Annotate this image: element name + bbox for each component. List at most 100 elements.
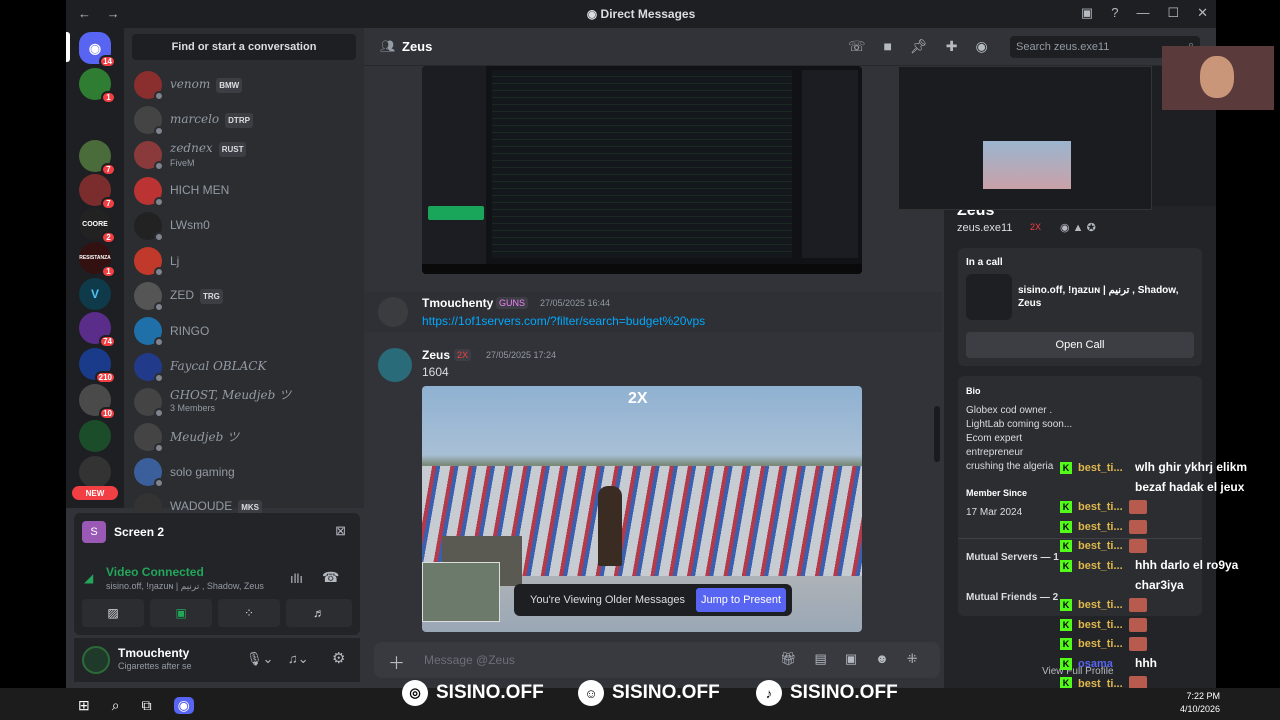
profile-username: zeus.exe11: [957, 222, 1013, 234]
server-icon[interactable]: [79, 456, 111, 488]
chat-header: 👥︎ Zeus ☏ ■ 📌︎ ✚ ◉ Search zeus.exe11 ⌕: [364, 28, 1216, 66]
message-input[interactable]: Message @Zeus: [424, 653, 515, 667]
dm-list: Find or start a conversation venom BMW mar…: [124, 28, 364, 524]
pin-icon[interactable]: 📌︎: [910, 38, 928, 55]
message-time: 27/05/2025 17:24: [486, 350, 557, 360]
soundboard-button[interactable]: ♬: [286, 599, 352, 627]
dm-item[interactable]: RINGO: [134, 314, 358, 348]
mutual-friends[interactable]: Mutual Friends — 2: [966, 592, 1058, 603]
server-icon[interactable]: 10: [79, 384, 116, 420]
video-icon[interactable]: ■: [884, 38, 892, 55]
social-handle: ♪ SISINO.OFF: [756, 680, 898, 706]
minimize-icon[interactable]: —: [1136, 5, 1149, 21]
profile-icon[interactable]: ◉: [976, 38, 988, 55]
chat-message: hhh: [1135, 656, 1157, 670]
server-icon[interactable]: 7: [79, 174, 116, 210]
mutual-servers[interactable]: Mutual Servers — 1: [966, 552, 1059, 563]
dm-item[interactable]: LWsm0: [134, 209, 358, 243]
server-icon[interactable]: V: [79, 278, 111, 310]
gif-icon[interactable]: ▤: [815, 651, 827, 667]
emoji-icon[interactable]: ☻: [875, 651, 889, 667]
home-button[interactable]: ◉ 14: [79, 32, 116, 68]
signal-icon: ◢: [84, 571, 94, 585]
headphones-icon[interactable]: ♫⌄: [288, 651, 309, 667]
help-icon[interactable]: ?: [1111, 5, 1118, 21]
dm-item[interactable]: zednex RUST FiveM: [134, 138, 358, 172]
dm-subtitle: FiveM: [170, 157, 195, 168]
dm-item[interactable]: Meudjeb ツ: [134, 420, 358, 454]
inbox-icon[interactable]: ▣: [1081, 5, 1093, 21]
chat-user: best_ti...: [1078, 560, 1123, 572]
server-icon[interactable]: COORE 2: [79, 208, 116, 244]
search-icon[interactable]: ⌕: [112, 697, 120, 714]
scrollbar[interactable]: [934, 406, 940, 462]
stream-chat-line: Kbest_ti...: [1060, 597, 1147, 613]
minimap: [422, 562, 500, 622]
server-icon[interactable]: 210: [79, 348, 116, 384]
dm-item[interactable]: marcelo DTRP: [134, 103, 358, 137]
webcam-face: [1200, 56, 1234, 98]
popout-icon[interactable]: ⊠: [335, 523, 346, 539]
maximize-icon[interactable]: ☐: [1167, 5, 1179, 21]
screen-icon: S: [82, 521, 106, 543]
add-friend-icon[interactable]: ✚: [946, 38, 958, 55]
image-attachment[interactable]: [422, 66, 862, 274]
message-author[interactable]: Tmouchenty: [422, 296, 493, 310]
dm-name: GHOST, Meudjeb ツ: [170, 387, 292, 402]
server-icon[interactable]: 7: [79, 140, 116, 176]
server-icon[interactable]: [79, 420, 111, 452]
dm-item[interactable]: HICH MEN: [134, 174, 358, 208]
avatar[interactable]: [378, 297, 408, 327]
dm-item[interactable]: Lj: [134, 244, 358, 278]
selected-pill: [66, 32, 70, 62]
chat-message: char3iya: [1135, 577, 1184, 592]
server-icon[interactable]: 74: [79, 312, 116, 348]
sticker-icon[interactable]: ▣: [845, 651, 857, 667]
screen-share-button[interactable]: ▣: [150, 599, 212, 627]
social-handle: ☺ SISINO.OFF: [578, 680, 720, 706]
server-icon[interactable]: 1: [79, 68, 116, 104]
kick-icon: K: [1060, 638, 1072, 651]
dm-item[interactable]: GHOST, Meudjeb ツ3 Members: [134, 385, 358, 419]
call-icon[interactable]: ☏: [848, 38, 866, 55]
settings-icon[interactable]: ⚙: [332, 649, 345, 667]
profile-guild-tag: 2X: [1030, 222, 1042, 232]
mic-icon[interactable]: 🎙︎⌄: [246, 651, 273, 667]
message-author[interactable]: Zeus: [422, 348, 450, 362]
taskbar: ⊞ ⌕ ⧉ ◉: [66, 690, 216, 720]
discord-taskbar-icon[interactable]: ◉: [173, 696, 194, 714]
avatar: [134, 211, 164, 242]
avatar[interactable]: [82, 646, 110, 674]
dm-item[interactable]: Faycal OBLACK: [134, 350, 358, 384]
stream-chat-line: Kbest_ti... hhh darlo el ro9ya: [1060, 558, 1238, 572]
activities-button[interactable]: ⁘: [218, 599, 280, 627]
avatar[interactable]: [378, 348, 412, 382]
video-off-button[interactable]: ▨: [82, 599, 144, 627]
server-icon[interactable]: RESISTANZA 1: [79, 242, 116, 278]
clock: 7:22 PM 4/10/2026: [1179, 691, 1220, 714]
window-title: ◉ Direct Messages: [586, 7, 696, 21]
dm-item[interactable]: venom BMW: [134, 68, 358, 102]
status-indicator: [154, 478, 164, 489]
find-conversation-button[interactable]: Find or start a conversation: [132, 34, 356, 60]
noise-icon[interactable]: ıllı: [290, 571, 303, 586]
emote-icon: [1128, 598, 1147, 613]
apps-icon[interactable]: ⁜: [907, 651, 918, 667]
close-icon[interactable]: ✕: [1197, 5, 1208, 21]
attach-icon[interactable]: ＋: [388, 649, 405, 674]
open-call-button[interactable]: Open Call: [966, 332, 1194, 358]
emote-icon: [1128, 539, 1147, 554]
disconnect-icon[interactable]: ☎: [322, 569, 339, 586]
attachment-taskbar: [422, 264, 862, 274]
older-notice: You're Viewing Older Messages: [530, 594, 685, 606]
dm-item[interactable]: solo gaming: [134, 455, 358, 489]
chat-user: best_ti...: [1078, 599, 1123, 612]
status-indicator: [154, 91, 164, 101]
message-time: 27/05/2025 16:44: [540, 298, 611, 308]
gift-icon[interactable]: 🎁︎: [780, 651, 797, 667]
start-icon[interactable]: ⊞: [78, 697, 90, 714]
jump-to-present-button[interactable]: Jump to Present: [696, 588, 786, 612]
dm-item[interactable]: ZED TRG: [134, 279, 358, 313]
task-view-icon[interactable]: ⧉: [142, 697, 152, 714]
message-link[interactable]: https://1of1servers.com/?filter/search=b…: [422, 314, 705, 328]
